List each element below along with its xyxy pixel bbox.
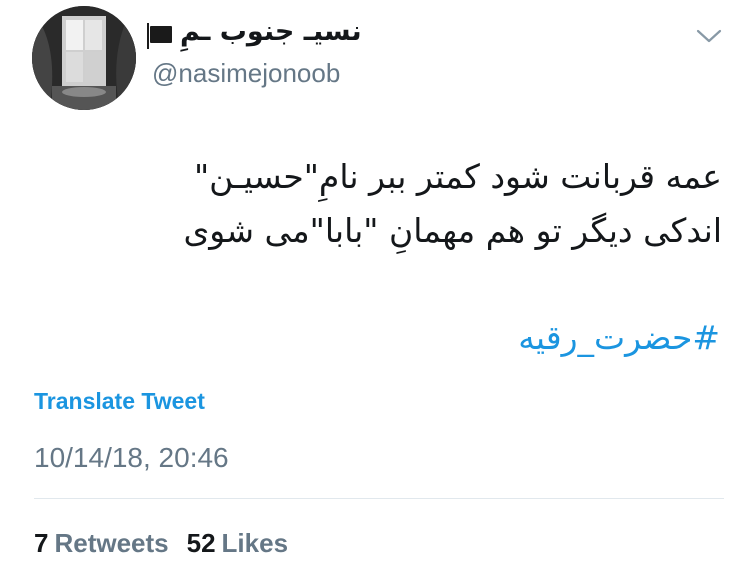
likes-count: 52 [186, 528, 216, 558]
retweets-stat[interactable]: 7 Retweets [34, 528, 169, 559]
author-handle[interactable]: @nasimejonoob [152, 58, 340, 89]
translate-tweet-link[interactable]: Translate Tweet [34, 388, 205, 415]
black-flag-icon [147, 22, 172, 49]
author-display-name[interactable]: نسیـ جنوب ـمِ [180, 14, 362, 50]
retweets-count: 7 [34, 528, 49, 558]
tweet-text: عمه قربانت شود کمتر ببر نامِ"حسیـن" اندک… [72, 150, 722, 258]
retweets-label: Retweets [54, 528, 169, 558]
chevron-down-icon[interactable] [694, 24, 724, 48]
tweet-timestamp[interactable]: 10/14/18, 20:46 [34, 442, 229, 474]
avatar[interactable] [32, 6, 136, 110]
likes-label: Likes [221, 528, 289, 558]
avatar-image [32, 6, 136, 110]
author-name-row[interactable]: نسیـ جنوب ـمِ [147, 14, 362, 50]
tweet-stats: 7 Retweets 52 Likes [34, 528, 288, 559]
likes-stat[interactable]: 52 Likes [187, 528, 288, 559]
tweet-line-2: اندکی دیگر تو هم مهمانِ "بابا"می شوی [183, 211, 722, 250]
divider [34, 498, 724, 499]
tweet-card: نسیـ جنوب ـمِ @nasimejonoob عمه قربانت ش… [0, 0, 750, 580]
tweet-line-1: عمه قربانت شود کمتر ببر نامِ"حسیـن" [193, 157, 722, 196]
hashtag-link[interactable]: #حضرت_رقیه [518, 318, 720, 357]
